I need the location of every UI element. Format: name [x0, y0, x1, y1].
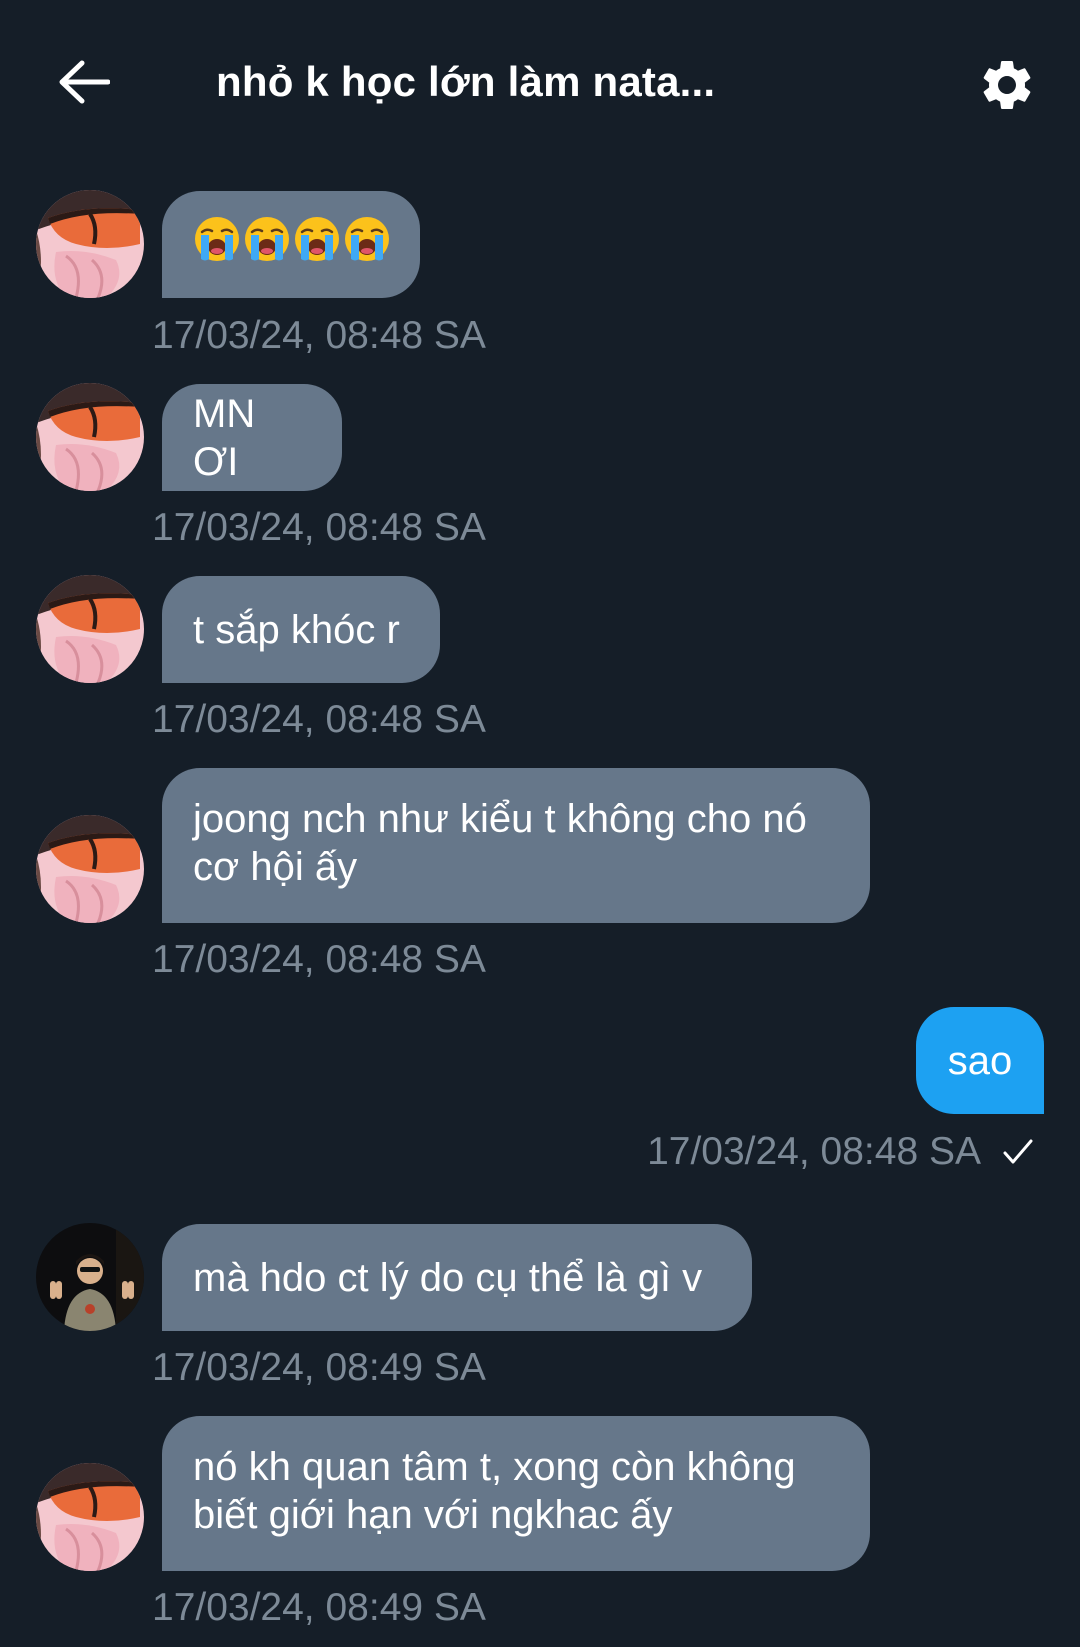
message-bubble-incoming[interactable]: nó kh quan tâm t, xong còn không biết gi… — [162, 1416, 870, 1571]
gear-icon — [977, 55, 1037, 120]
avatar[interactable] — [36, 575, 144, 683]
chat-header: nhỏ k học lớn làm nata... — [0, 0, 1080, 170]
avatar[interactable] — [36, 190, 144, 298]
message-line: joong nch như kiểu t không cho nó — [193, 797, 807, 841]
conversation-title: nhỏ k học lớn làm nata... — [216, 58, 716, 105]
avatar-sunglasses-image — [36, 815, 144, 923]
arrow-left-icon — [58, 60, 111, 109]
message-bubble-outgoing[interactable]: sao — [916, 1007, 1044, 1114]
message-text: nó kh quan tâm t, xong còn không biết gi… — [193, 1443, 796, 1539]
message-bubble-incoming[interactable]: t sắp khóc r — [162, 576, 440, 683]
avatar-peace-sign-image — [36, 1223, 144, 1331]
loudly-crying-face-icon — [193, 215, 243, 274]
message-timestamp: 17/03/24, 08:49 SA — [152, 1346, 486, 1389]
message-timestamp: 17/03/24, 08:48 SA — [152, 698, 486, 741]
avatar[interactable] — [36, 815, 144, 923]
message-text: t sắp khóc r — [193, 607, 400, 652]
avatar[interactable] — [36, 1223, 144, 1331]
message-line: nó kh quan tâm t, xong còn không — [193, 1445, 796, 1489]
back-button[interactable] — [52, 52, 116, 116]
message-bubble-incoming[interactable] — [162, 191, 420, 298]
avatar-sunglasses-image — [36, 1463, 144, 1571]
message-line: biết giới hạn với ngkhac ấy — [193, 1493, 673, 1537]
settings-button[interactable] — [972, 52, 1042, 122]
message-timestamp: 17/03/24, 08:48 SA — [152, 938, 486, 981]
message-bubble-incoming[interactable]: MN ƠI — [162, 384, 342, 491]
avatar[interactable] — [36, 1463, 144, 1571]
avatar[interactable] — [36, 383, 144, 491]
message-bubble-incoming[interactable]: mà hdo ct lý do cụ thể là gì v — [162, 1224, 752, 1331]
message-text: sao — [947, 1038, 1013, 1083]
loudly-crying-face-icon — [243, 215, 293, 274]
avatar-sunglasses-image — [36, 575, 144, 683]
message-text: MN ƠI — [193, 391, 256, 484]
message-timestamp: 17/03/24, 08:48 SA — [647, 1130, 1035, 1174]
check-icon — [1001, 1135, 1035, 1169]
message-line: cơ hội ấy — [193, 845, 358, 889]
avatar-sunglasses-image — [36, 190, 144, 298]
message-timestamp: 17/03/24, 08:48 SA — [152, 506, 486, 549]
timestamp-text: 17/03/24, 08:48 SA — [647, 1130, 981, 1173]
message-timestamp: 17/03/24, 08:49 SA — [152, 1586, 486, 1629]
loudly-crying-face-icon — [293, 215, 343, 274]
avatar-sunglasses-image — [36, 383, 144, 491]
loudly-crying-face-icon — [343, 215, 393, 274]
message-timestamp: 17/03/24, 08:48 SA — [152, 314, 486, 357]
message-text: joong nch như kiểu t không cho nó cơ hội… — [193, 795, 807, 891]
message-bubble-incoming[interactable]: joong nch như kiểu t không cho nó cơ hội… — [162, 768, 870, 923]
message-text: mà hdo ct lý do cụ thể là gì v — [193, 1255, 703, 1300]
